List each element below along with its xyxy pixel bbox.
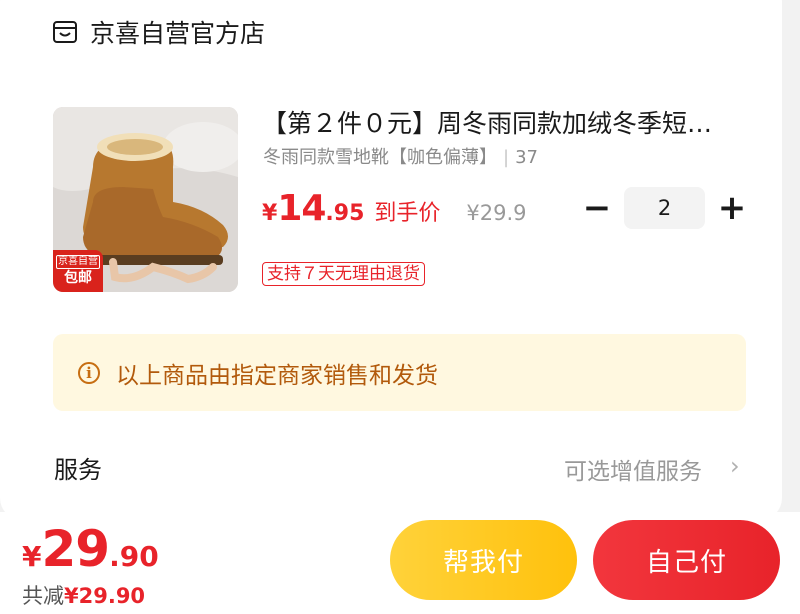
original-price: ¥29.9 [466,201,527,225]
seller-notice: i 以上商品由指定商家销售和发货 [53,334,746,411]
shipping-badge: 京喜自营 包邮 [53,250,103,292]
price-symbol: ¥ [262,201,278,226]
shop-icon [53,21,77,43]
chevron-right-icon[interactable]: › [730,452,740,480]
checkout-bar: ¥ 29 .90 共减¥29.90 帮我付 自己付 [0,512,800,614]
pay-myself-button[interactable]: 自己付 [593,520,780,600]
return-policy-tag: 支持７天无理由退货 [262,262,425,286]
service-label: 服务 [54,456,102,484]
product-title[interactable]: 【第２件０元】周冬雨同款加绒冬季短… [262,106,742,142]
product-image[interactable]: 京喜自营 包邮 [53,107,238,292]
help-me-pay-button[interactable]: 帮我付 [390,520,577,600]
total-decimal: .90 [109,540,159,573]
product-variant[interactable]: 冬雨同款雪地靴【咖色偏薄】 | 37 [263,145,538,171]
price-decimal: .95 [325,201,365,226]
store-header[interactable]: 京喜自营官方店 [52,14,265,50]
quantity-increase-button[interactable]: + [718,188,747,228]
badge-bottom-label: 包邮 [64,270,92,286]
total-price: ¥ 29 .90 [22,520,159,578]
variant-name: 冬雨同款雪地靴【咖色偏薄】 [263,147,497,168]
price-row: ¥ 14 .95 到手价 ¥29.9 [262,188,527,232]
variant-size: 37 [515,147,538,168]
badge-top-label: 京喜自营 [56,255,100,269]
info-icon: i [78,361,100,384]
store-name: 京喜自营官方店 [90,19,266,48]
total-integer: 29 [41,520,110,578]
savings-summary: 共减¥29.90 [22,580,145,610]
total-symbol: ¥ [22,540,42,573]
notice-text: 以上商品由指定商家销售和发货 [116,362,438,389]
final-price-tag: 到手价 [374,201,441,226]
savings-value: ¥29.90 [64,584,146,608]
quantity-decrease-button[interactable]: − [583,188,612,228]
price-integer: 14 [277,188,326,229]
order-card: 京喜自营官方店 京喜自营 包邮 【第２件０元】周冬雨同款加绒冬季短… 冬雨同款雪… [0,0,782,520]
quantity-input[interactable]: 2 [624,187,705,229]
service-options-link[interactable]: 可选增值服务 [564,452,702,486]
savings-label: 共减 [22,584,64,608]
